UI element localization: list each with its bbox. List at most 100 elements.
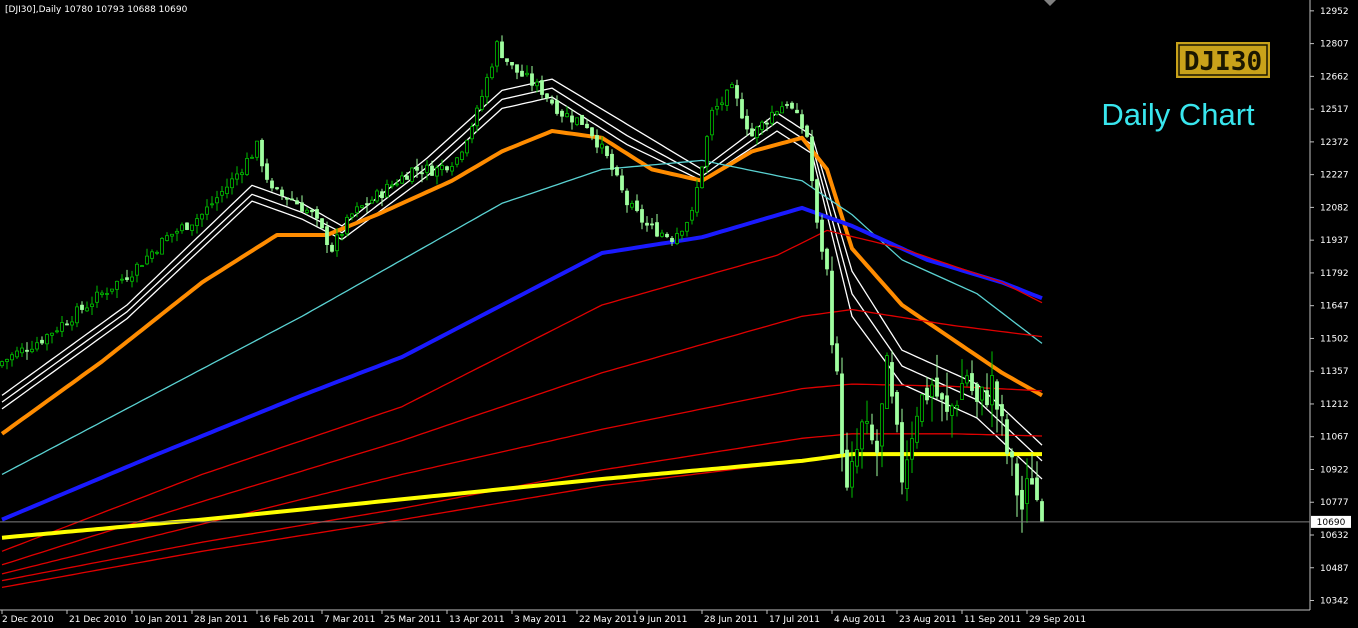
logo-text: DJI30 (1184, 47, 1262, 77)
candle-body (845, 449, 849, 488)
candle-body (975, 383, 979, 402)
candle-body (620, 175, 624, 191)
x-tick-label: 4 Aug 2011 (834, 615, 886, 625)
candle-body (175, 230, 179, 234)
candle-body (350, 213, 354, 218)
candle-body (730, 84, 734, 89)
candle-body (465, 139, 469, 154)
candle-body (520, 70, 524, 77)
candle-body (400, 175, 404, 184)
candle-body (995, 381, 999, 410)
candle-body (185, 222, 189, 230)
candle-body (70, 321, 74, 326)
candle-body (130, 276, 134, 282)
candle-body (370, 199, 374, 204)
candle-body (500, 41, 504, 59)
candle-body (5, 358, 9, 362)
x-tick-label: 9 Jun 2011 (639, 615, 687, 625)
candle-body (510, 62, 514, 66)
candle-body (35, 342, 39, 350)
candle-body (180, 224, 184, 232)
candle-body (960, 383, 964, 400)
current-price-label: 10690 (1317, 518, 1346, 528)
candle-body (295, 200, 299, 205)
candle-body (95, 291, 99, 303)
candle-body (255, 140, 259, 158)
candle-body (910, 438, 914, 460)
candle-body (630, 202, 634, 208)
ma-line-red-8 (1, 383, 1043, 575)
candle-body (425, 164, 429, 173)
candle-body (65, 323, 69, 326)
candle-body (870, 424, 874, 441)
candle-body (325, 226, 329, 245)
candle-body (90, 303, 94, 308)
candle-body (430, 165, 434, 176)
candle-body (250, 156, 254, 159)
candle-body (160, 238, 164, 255)
candle-body (365, 203, 369, 206)
candle-body (875, 440, 879, 453)
ma-line-red-7 (1, 308, 1043, 566)
candle-body (1000, 404, 1004, 417)
candle-body (805, 125, 809, 137)
candle-body (145, 255, 149, 265)
candle-body (170, 233, 174, 237)
y-tick-label: 10632 (1320, 531, 1349, 541)
candle-body (330, 244, 334, 252)
candle-body (525, 72, 529, 76)
candle-body (600, 143, 604, 149)
candle-body (210, 203, 214, 206)
x-tick-label: 28 Jun 2011 (704, 615, 758, 625)
candle-body (940, 393, 944, 400)
candle-body (970, 373, 974, 391)
candle-body (85, 307, 89, 312)
x-tick-label: 7 Mar 2011 (324, 615, 375, 625)
candle-body (895, 392, 899, 425)
candle-body (230, 178, 234, 189)
candle-body (440, 165, 444, 170)
candle-body (605, 146, 609, 157)
candle-body (275, 187, 279, 190)
candle-body (340, 233, 344, 236)
candle-body (705, 136, 709, 167)
candle-body (215, 197, 219, 204)
candle-body (850, 461, 854, 488)
candle-body (235, 173, 239, 180)
candle-body (575, 117, 579, 125)
candle-body (0, 361, 4, 367)
x-tick-label: 28 Jan 2011 (194, 615, 248, 625)
y-tick-label: 10342 (1320, 597, 1349, 607)
candle-body (125, 277, 129, 280)
chart-header-symbol: [DJI30],Daily 10780 10793 10688 10690 (5, 5, 188, 15)
x-tick-label: 17 Jul 2011 (769, 615, 820, 625)
candle-body (305, 209, 309, 213)
candle-body (945, 395, 949, 412)
candle-body (320, 218, 324, 229)
candle-body (550, 99, 554, 104)
candle-body (690, 210, 694, 221)
candle-body (640, 209, 644, 223)
candle-body (775, 111, 779, 115)
candle-body (865, 421, 869, 424)
candle-body (470, 126, 474, 140)
candle-body (800, 114, 804, 129)
candle-body (880, 403, 884, 447)
candle-body (1025, 478, 1029, 504)
candle-body (665, 233, 669, 238)
candle-body (240, 172, 244, 175)
dji30-logo: DJI30 (1176, 42, 1270, 78)
candle-body (1005, 419, 1009, 454)
candle-body (820, 219, 824, 252)
candle-body (935, 377, 939, 397)
candle-body (980, 386, 984, 401)
candle-body (740, 99, 744, 119)
candle-body (485, 77, 489, 98)
candle-body (595, 135, 599, 148)
candle-body (75, 306, 79, 324)
candle-body (495, 41, 499, 67)
y-tick-label: 11067 (1320, 433, 1349, 443)
candle-body (40, 339, 44, 344)
candle-body (780, 106, 784, 114)
candle-body (840, 373, 844, 454)
